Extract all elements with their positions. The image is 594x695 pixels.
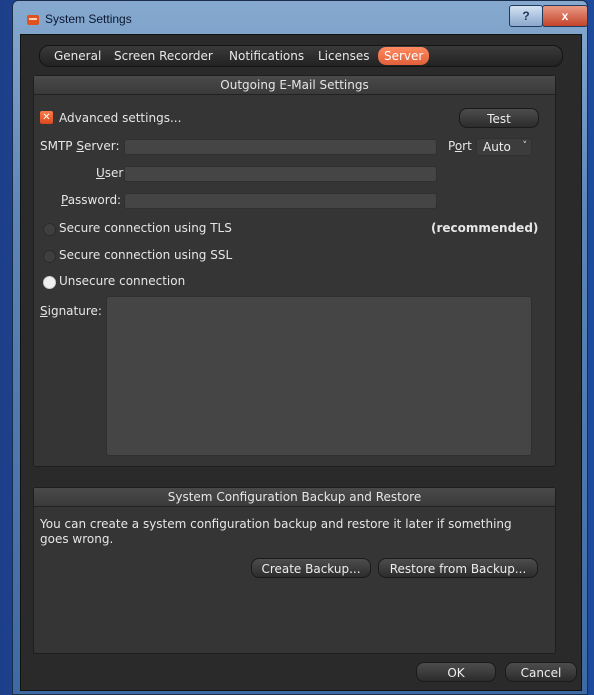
test-button[interactable]: Test xyxy=(459,108,539,128)
unsecure-label[interactable]: Unsecure connection xyxy=(59,274,185,288)
backup-header: System Configuration Backup and Restore xyxy=(34,488,555,507)
backup-description: You can create a system configuration ba… xyxy=(40,517,512,546)
advanced-settings-label[interactable]: Advanced settings... xyxy=(59,111,181,125)
dialog-footer: OK Cancel xyxy=(21,655,581,690)
create-backup-button[interactable]: Create Backup... xyxy=(251,558,371,578)
dialog-client: General Screen Recorder Notifications Li… xyxy=(20,34,582,691)
tab-notifications[interactable]: Notifications xyxy=(223,47,310,65)
ok-button[interactable]: OK xyxy=(416,662,496,682)
tab-screen-recorder[interactable]: Screen Recorder xyxy=(108,47,219,65)
close-button[interactable]: x xyxy=(542,5,588,27)
unsecure-radio[interactable] xyxy=(43,276,56,289)
chevron-down-icon: ˅ xyxy=(522,141,528,151)
tls-label[interactable]: Secure connection using TLS xyxy=(59,221,232,235)
email-settings-header: Outgoing E-Mail Settings xyxy=(34,76,555,95)
tab-general[interactable]: General xyxy=(48,47,107,65)
password-label: Password: xyxy=(61,193,122,207)
recommended-label: (recommended) xyxy=(431,221,539,235)
app-icon xyxy=(27,15,39,25)
restore-backup-button[interactable]: Restore from Backup... xyxy=(378,558,538,578)
help-button[interactable]: ? xyxy=(509,5,543,27)
ssl-label[interactable]: Secure connection using SSL xyxy=(59,248,232,262)
signature-label: Signature: xyxy=(40,304,102,318)
title-bar[interactable]: System Settings ? x xyxy=(13,1,588,35)
tls-radio[interactable] xyxy=(43,223,56,236)
ssl-radio[interactable] xyxy=(43,250,56,263)
advanced-settings-checkbox[interactable]: ✕ xyxy=(40,111,53,124)
user-input[interactable] xyxy=(124,166,437,182)
user-label: User: xyxy=(96,166,128,180)
signature-textarea[interactable] xyxy=(106,296,532,456)
port-select-value: Auto xyxy=(483,140,511,154)
port-label: Port xyxy=(448,139,472,153)
tab-licenses[interactable]: Licenses xyxy=(312,47,376,65)
window-title: System Settings xyxy=(45,12,132,26)
password-input[interactable] xyxy=(124,193,437,209)
smtp-server-input[interactable] xyxy=(124,139,437,155)
smtp-server-label: SMTP Server: xyxy=(40,139,120,153)
port-select[interactable]: Auto ˅ xyxy=(476,138,532,156)
tab-server[interactable]: Server xyxy=(378,47,430,65)
cancel-button[interactable]: Cancel xyxy=(505,662,577,682)
tab-bar: General Screen Recorder Notifications Li… xyxy=(39,45,563,67)
email-settings-panel: Outgoing E-Mail Settings ✕ Advanced sett… xyxy=(33,75,556,467)
window-frame: System Settings ? x General Screen Recor… xyxy=(12,0,588,695)
backup-panel: System Configuration Backup and Restore … xyxy=(33,487,556,654)
